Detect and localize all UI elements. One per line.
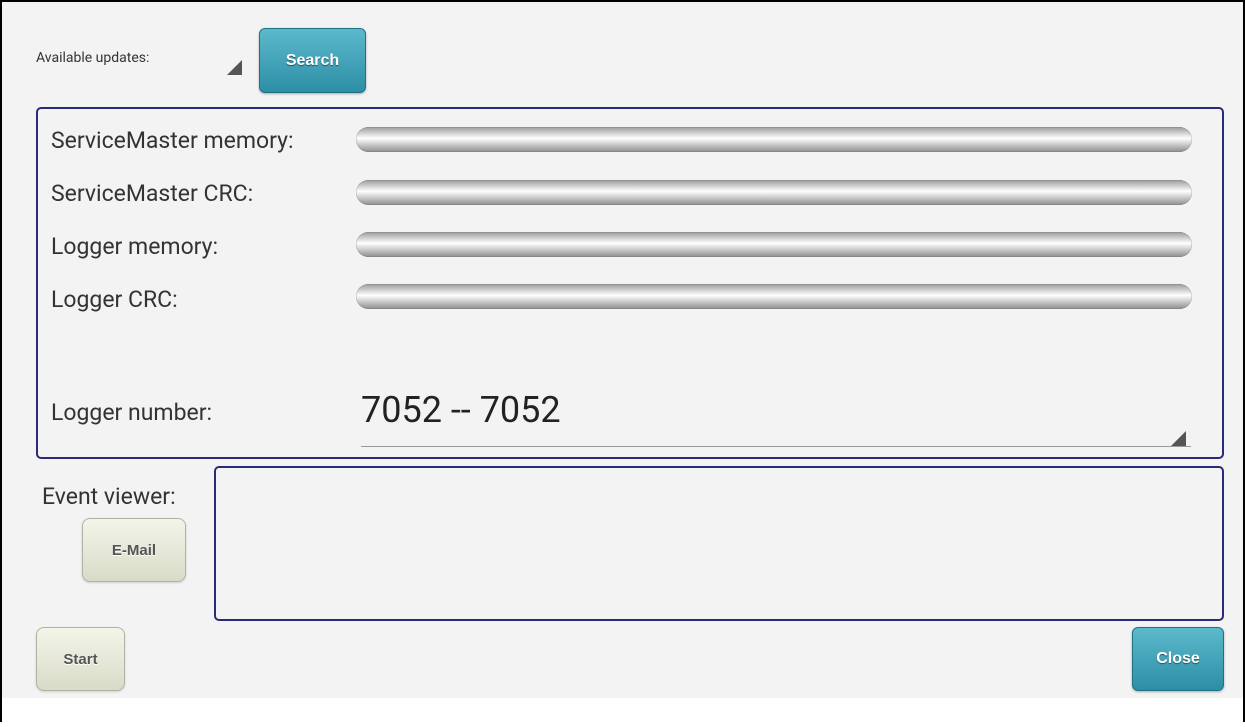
event-viewer-label: Event viewer: <box>42 483 176 510</box>
logger-number-underline <box>361 446 1191 447</box>
start-button[interactable]: Start <box>36 627 125 691</box>
dialog-bottom-band <box>2 698 1243 722</box>
updates-spinner-arrow-icon[interactable] <box>227 60 242 75</box>
logger-crc-label: Logger CRC: <box>51 286 178 313</box>
logger-number-spinner[interactable]: 7052 -- 7052 <box>361 389 561 431</box>
servicemaster-crc-label: ServiceMaster CRC: <box>51 180 254 207</box>
servicemaster-memory-progress-bar <box>356 127 1192 152</box>
email-button[interactable]: E-Mail <box>82 518 186 582</box>
search-button[interactable]: Search <box>259 28 366 93</box>
servicemaster-memory-label: ServiceMaster memory: <box>51 127 294 154</box>
servicemaster-crc-progress-bar <box>356 180 1192 205</box>
available-updates-label: Available updates: <box>36 50 150 66</box>
logger-crc-progress-bar <box>356 284 1192 309</box>
logger-number-spinner-arrow-icon[interactable] <box>1171 431 1186 446</box>
update-dialog: Available updates: Search ServiceMaster … <box>0 0 1245 722</box>
logger-memory-progress-bar <box>356 232 1192 257</box>
logger-memory-label: Logger memory: <box>51 233 219 260</box>
event-viewer-log[interactable] <box>214 466 1224 621</box>
close-button[interactable]: Close <box>1132 627 1224 691</box>
dialog-top-border <box>2 0 1243 2</box>
status-panel: ServiceMaster memory: ServiceMaster CRC:… <box>36 107 1224 459</box>
logger-number-label: Logger number: <box>51 399 213 426</box>
